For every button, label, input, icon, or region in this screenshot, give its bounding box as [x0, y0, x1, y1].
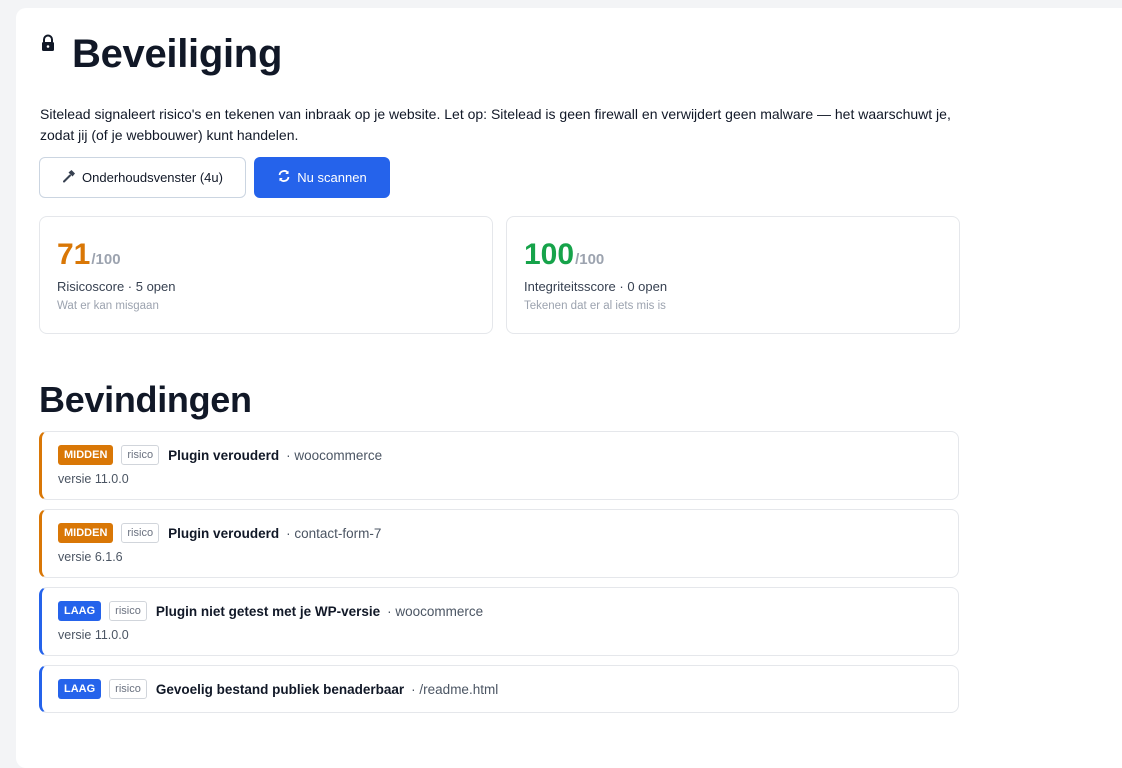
severity-badge: MIDDEN: [58, 445, 114, 465]
page-description: Sitelead signaleert risico's en tekenen …: [40, 106, 951, 143]
type-badge: risico: [121, 523, 160, 543]
score-cards: 71 /100 Risicoscore · 5 open Wat er kan …: [39, 216, 960, 334]
integrity-score-card: 100 /100 Integriteitsscore · 0 open Teke…: [506, 216, 960, 334]
type-badge: risico: [109, 601, 147, 621]
hammer-icon: [62, 169, 76, 186]
severity-badge: LAAG: [58, 679, 102, 699]
findings-title: Bevindingen: [39, 379, 252, 420]
integrity-score-hint: Tekenen dat er al iets mis is: [524, 300, 666, 312]
maintenance-window-label: Onderhoudsvenster (4u): [82, 170, 223, 185]
title-row: Beveiliging: [40, 30, 282, 78]
finding-item[interactable]: LAAG risico Plugin niet getest met je WP…: [39, 587, 959, 656]
security-panel: Beveiliging Sitelead signaleert risico's…: [16, 8, 1122, 768]
risk-score-label: Risicoscore · 5 open: [57, 279, 176, 294]
risk-score-value: 71: [57, 238, 91, 271]
lock-icon: [40, 34, 56, 52]
finding-title: Plugin niet getest met je WP-versie: [155, 603, 381, 619]
findings-list: MIDDEN risico Plugin verouderd · woocomm…: [39, 431, 959, 722]
maintenance-window-button[interactable]: Onderhoudsvenster (4u): [39, 157, 246, 198]
risk-score: 71 /100: [57, 237, 475, 273]
finding-detail: versie 11.0.0: [58, 472, 129, 486]
finding-detail: versie 11.0.0: [58, 628, 129, 642]
type-badge: risico: [109, 679, 147, 699]
finding-title: Plugin verouderd: [168, 525, 280, 541]
finding-item[interactable]: LAAG risico Gevoelig bestand publiek ben…: [39, 665, 959, 713]
integrity-score-label: Integriteitsscore · 0 open: [524, 279, 668, 294]
finding-target: · contact-form-7: [286, 525, 382, 541]
finding-item[interactable]: MIDDEN risico Plugin verouderd · contact…: [39, 509, 959, 578]
severity-badge: MIDDEN: [58, 523, 114, 543]
finding-item[interactable]: MIDDEN risico Plugin verouderd · woocomm…: [39, 431, 959, 500]
finding-target: · woocommerce: [286, 447, 383, 463]
action-buttons: Onderhoudsvenster (4u) Nu scannen: [39, 157, 390, 198]
finding-title: Gevoelig bestand publiek benaderbaar: [155, 681, 405, 697]
scan-now-button[interactable]: Nu scannen: [254, 157, 390, 198]
type-badge: risico: [121, 445, 160, 465]
integrity-score: 100 /100: [524, 237, 942, 273]
page-title: Beveiliging: [72, 32, 283, 76]
scan-now-label: Nu scannen: [297, 170, 367, 185]
refresh-icon: [277, 169, 291, 186]
integrity-score-max: /100: [575, 251, 605, 268]
severity-badge: LAAG: [58, 601, 102, 621]
finding-target: · /readme.html: [411, 681, 499, 697]
risk-score-card: 71 /100 Risicoscore · 5 open Wat er kan …: [39, 216, 493, 334]
finding-target: · woocommerce: [387, 603, 484, 619]
risk-score-hint: Wat er kan misgaan: [57, 300, 159, 312]
finding-title: Plugin verouderd: [168, 447, 280, 463]
risk-score-max: /100: [91, 251, 121, 268]
integrity-score-value: 100: [524, 238, 575, 271]
finding-detail: versie 6.1.6: [58, 550, 123, 564]
